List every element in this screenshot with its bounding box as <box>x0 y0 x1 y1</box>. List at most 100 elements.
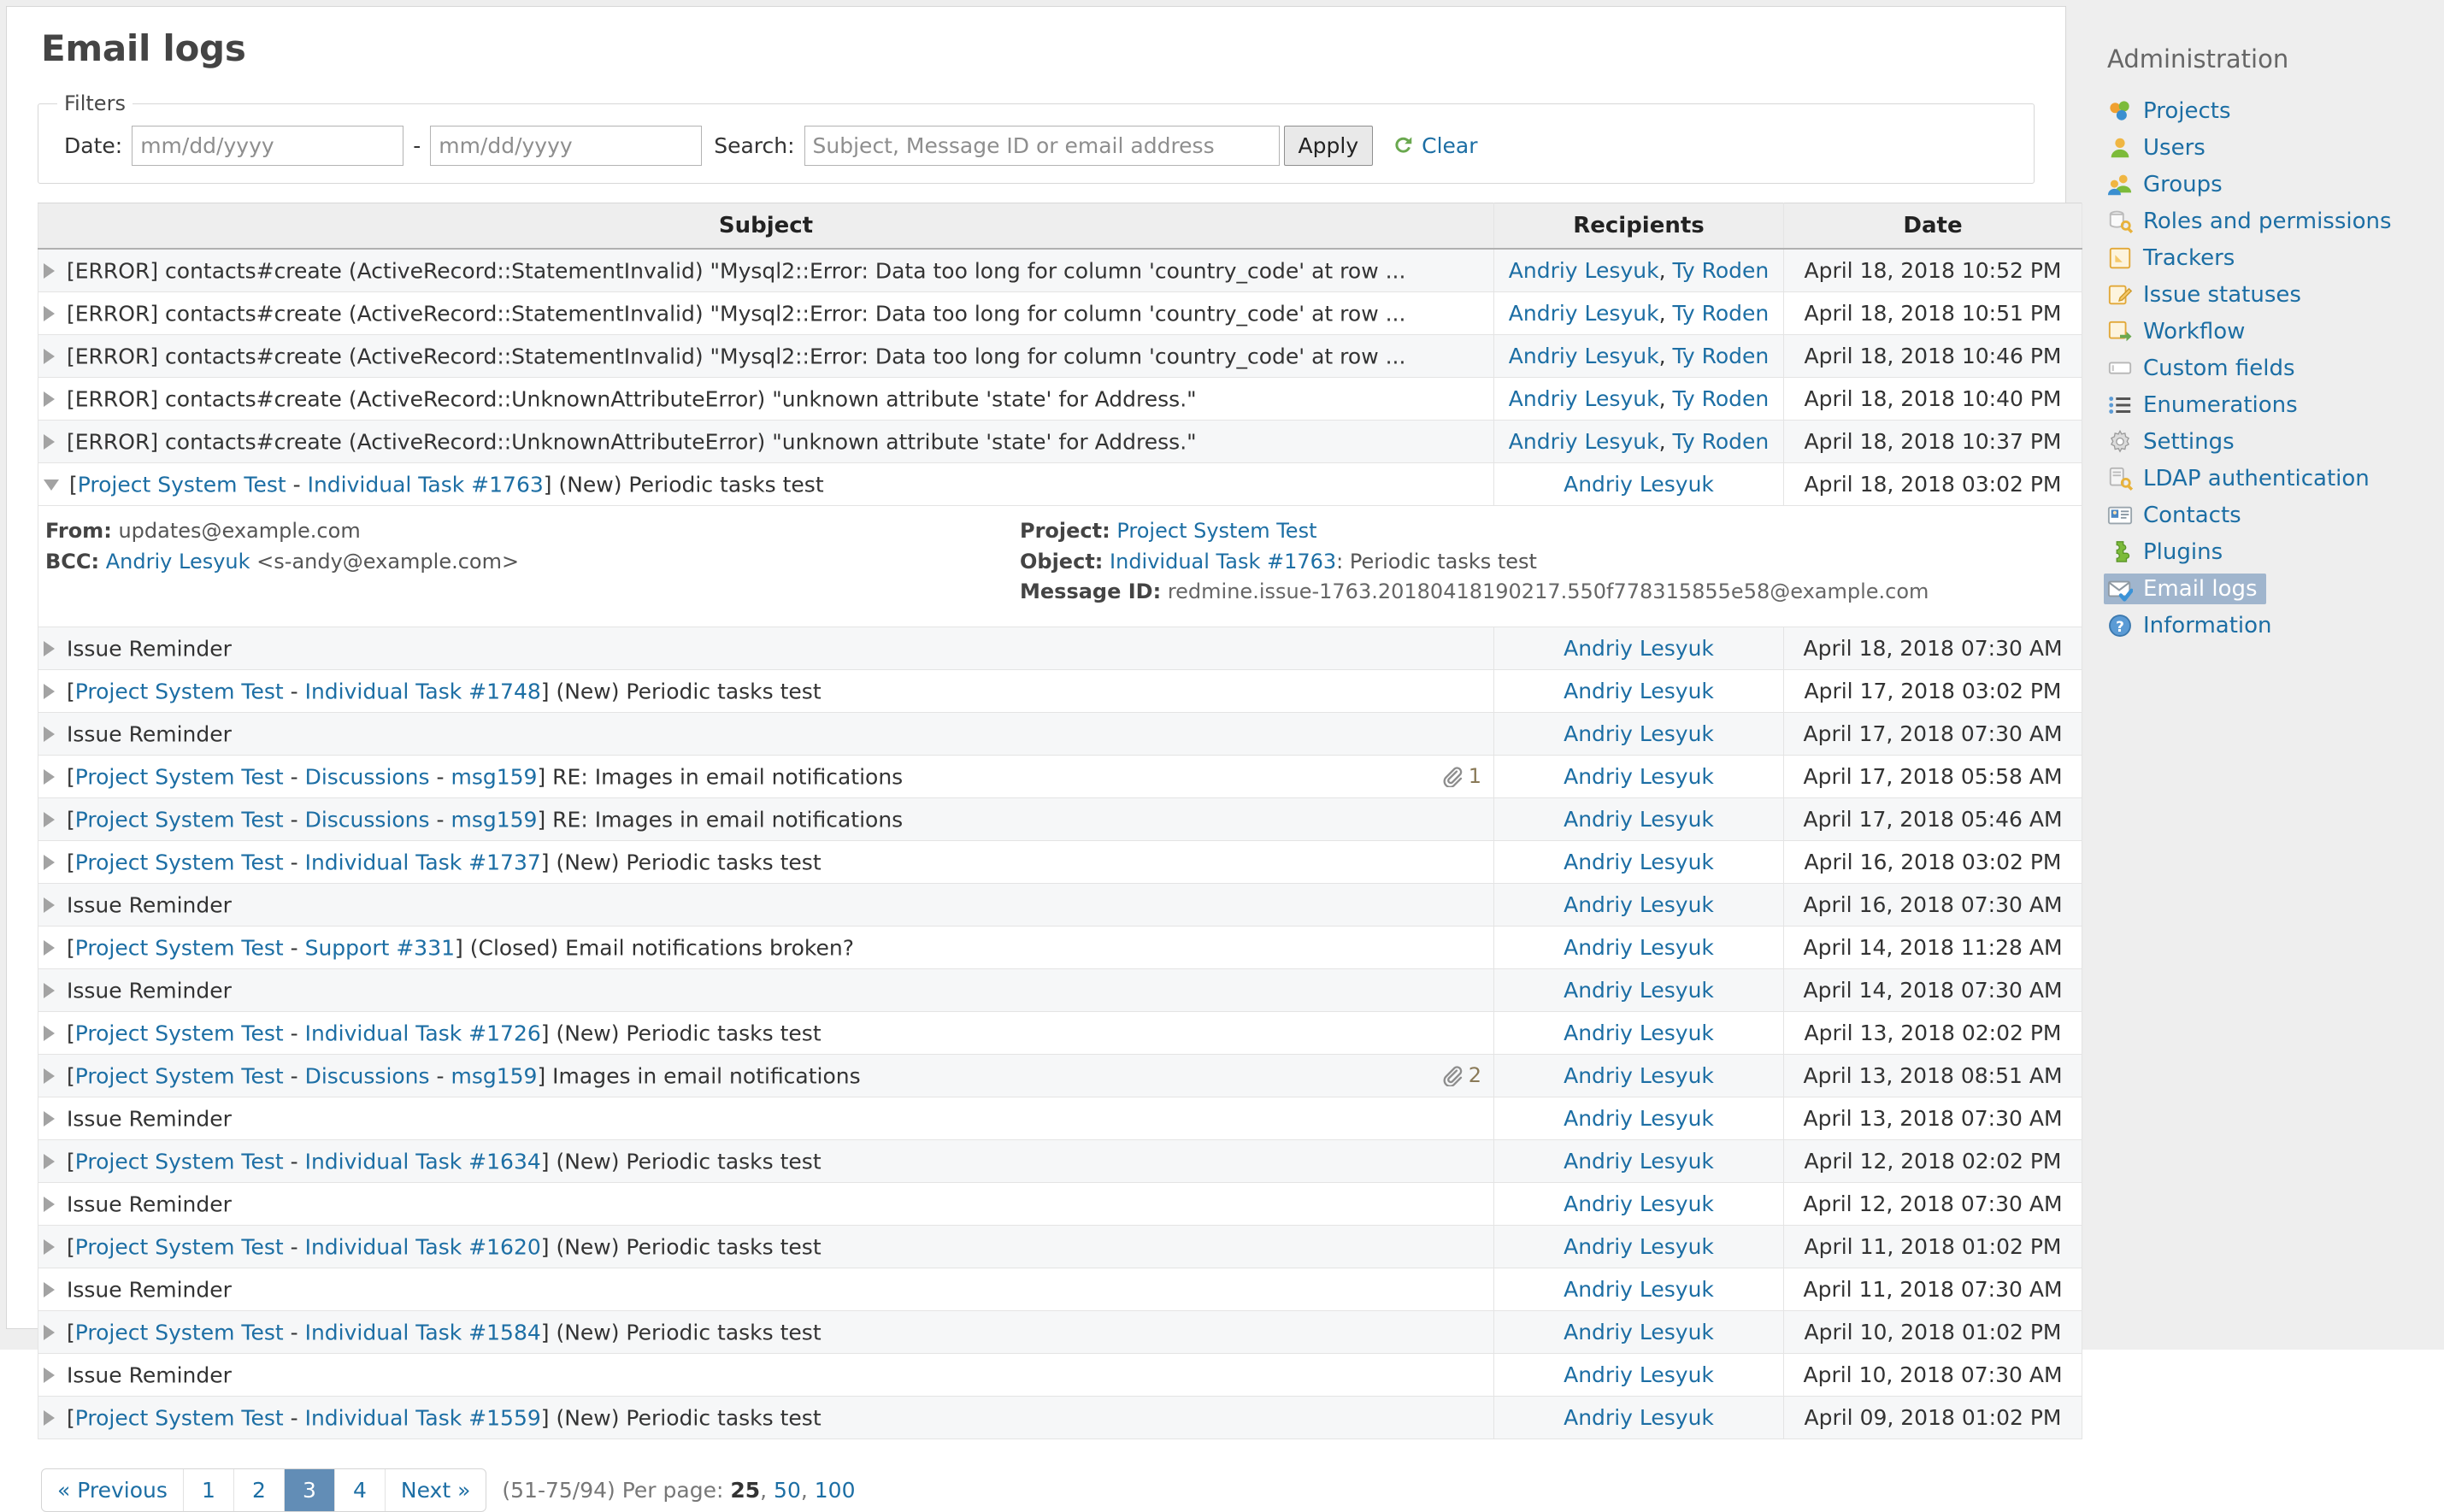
table-row[interactable]: [Project System Test - Individual Task #… <box>38 1138 2082 1183</box>
table-row[interactable]: [Project System Test - Support #331] (Cl… <box>38 925 2082 969</box>
recipient-link[interactable]: Andriy Lesyuk <box>1564 892 1714 917</box>
subject-link[interactable]: Project System Test <box>75 764 284 789</box>
recipient-link[interactable]: Andriy Lesyuk <box>1564 1277 1714 1302</box>
expand-row-icon[interactable] <box>44 854 55 870</box>
recipient-link[interactable]: Andriy Lesyuk <box>1564 1021 1714 1045</box>
expand-row-icon[interactable] <box>44 939 55 956</box>
recipient-link[interactable]: Andriy Lesyuk <box>1564 1405 1714 1430</box>
subject-closed-link[interactable]: Support #331 <box>305 935 455 960</box>
expand-row-icon[interactable] <box>44 726 55 742</box>
expand-row-icon[interactable] <box>44 683 55 699</box>
expand-row-icon[interactable] <box>44 391 55 408</box>
expand-row-icon[interactable] <box>44 1110 55 1127</box>
table-row[interactable]: Issue Reminder Andriy Lesyuk April 13, 201… <box>38 1096 2082 1140</box>
recipient-link[interactable]: Ty Roden <box>1672 301 1769 326</box>
expand-row-icon[interactable] <box>44 1238 55 1255</box>
table-row[interactable]: [Project System Test - Individual Task #… <box>38 462 2082 506</box>
pagination-next[interactable]: Next » <box>386 1469 486 1511</box>
column-header-date[interactable]: Date <box>1783 203 2082 250</box>
per-page-option-25[interactable]: 25 <box>730 1478 760 1503</box>
recipient-link[interactable]: Andriy Lesyuk <box>1509 344 1659 368</box>
subject-link[interactable]: Project System Test <box>75 1234 284 1259</box>
sidebar-item-ldap-authentication[interactable]: LDAP authentication <box>2104 463 2378 494</box>
detail-bcc-name[interactable]: Andriy Lesyuk <box>106 550 250 574</box>
pagination-page-4[interactable]: 4 <box>335 1468 386 1511</box>
table-row[interactable]: [Project System Test - Discussions - msg… <box>38 1053 2082 1097</box>
table-row[interactable]: [ERROR] contacts#create (ActiveRecord::S… <box>38 248 2082 292</box>
table-row[interactable]: [ERROR] contacts#create (ActiveRecord::U… <box>38 377 2082 421</box>
sidebar-item-information[interactable]: ? Information <box>2104 610 2281 641</box>
pagination-page-3[interactable]: 3 <box>284 1468 335 1511</box>
expand-row-icon[interactable] <box>44 263 55 279</box>
detail-project-link[interactable]: Project System Test <box>1116 519 1316 543</box>
expand-row-icon[interactable] <box>44 1367 55 1383</box>
expand-row-icon[interactable] <box>44 306 55 322</box>
table-row[interactable]: [ERROR] contacts#create (ActiveRecord::S… <box>38 291 2082 335</box>
expand-row-icon[interactable] <box>44 434 55 450</box>
recipient-link[interactable]: Andriy Lesyuk <box>1564 978 1714 1003</box>
per-page-option-100[interactable]: 100 <box>815 1478 856 1503</box>
subject-closed-link[interactable]: Individual Task #1620 <box>305 1234 541 1259</box>
column-header-recipients[interactable]: Recipients <box>1493 203 1784 250</box>
search-input[interactable] <box>804 126 1280 166</box>
expand-row-icon[interactable] <box>44 811 55 827</box>
sidebar-item-plugins[interactable]: Plugins <box>2104 537 2231 568</box>
recipient-link[interactable]: Andriy Lesyuk <box>1564 1191 1714 1216</box>
recipient-link[interactable]: Andriy Lesyuk <box>1564 721 1714 746</box>
recipient-link[interactable]: Andriy Lesyuk <box>1564 1234 1714 1259</box>
sidebar-item-issue-statuses[interactable]: Issue statuses <box>2104 279 2310 310</box>
table-row[interactable]: Issue Reminder Andriy Lesyuk April 17, 201… <box>38 711 2082 756</box>
sidebar-item-contacts[interactable]: Contacts <box>2104 500 2250 531</box>
subject-link[interactable]: Project System Test <box>75 679 284 703</box>
subject-closed-link[interactable]: Individual Task #1748 <box>305 679 541 703</box>
column-header-subject[interactable]: Subject <box>38 203 1494 250</box>
recipient-link[interactable]: Andriy Lesyuk <box>1564 850 1714 874</box>
expand-row-icon[interactable] <box>44 1281 55 1297</box>
subject-link[interactable]: Discussions <box>305 807 430 832</box>
expand-row-icon[interactable] <box>44 982 55 998</box>
apply-button[interactable]: Apply <box>1283 126 1374 166</box>
recipient-link[interactable]: Andriy Lesyuk <box>1564 1362 1714 1387</box>
subject-link[interactable]: msg159 <box>451 1063 537 1088</box>
table-row[interactable]: Issue Reminder Andriy Lesyuk April 12, 201… <box>38 1181 2082 1226</box>
subject-link[interactable]: msg159 <box>451 807 537 832</box>
expand-row-icon[interactable] <box>44 1153 55 1169</box>
sidebar-item-trackers[interactable]: Trackers <box>2104 243 2243 274</box>
expand-row-icon[interactable] <box>44 349 55 365</box>
table-row[interactable]: [Project System Test - Individual Task #… <box>38 1224 2082 1268</box>
subject-closed-link[interactable]: Individual Task #1763 <box>308 473 544 497</box>
pagination-page-2[interactable]: 2 <box>234 1468 285 1511</box>
subject-link[interactable]: Project System Test <box>75 1063 284 1088</box>
subject-closed-link[interactable]: Individual Task #1584 <box>305 1320 541 1344</box>
expand-row-icon[interactable] <box>44 768 55 785</box>
expand-row-icon[interactable] <box>44 1196 55 1212</box>
sidebar-item-users[interactable]: Users <box>2104 132 2214 163</box>
recipient-link[interactable]: Andriy Lesyuk <box>1509 429 1659 454</box>
recipient-link[interactable]: Andriy Lesyuk <box>1509 301 1659 326</box>
recipient-link[interactable]: Andriy Lesyuk <box>1564 636 1714 661</box>
table-row[interactable]: [Project System Test - Discussions - msg… <box>38 754 2082 798</box>
sidebar-item-custom-fields[interactable]: Custom fields <box>2104 353 2304 384</box>
subject-link[interactable]: Project System Test <box>75 1021 284 1045</box>
subject-link[interactable]: Project System Test <box>75 935 284 960</box>
clear-link-label[interactable]: Clear <box>1422 133 1477 158</box>
table-row[interactable]: [Project System Test - Individual Task #… <box>38 1395 2082 1439</box>
recipient-link[interactable]: Ty Roden <box>1672 386 1769 411</box>
table-row[interactable]: Issue Reminder Andriy Lesyuk April 11, 201… <box>38 1267 2082 1311</box>
table-row[interactable]: Issue Reminder Andriy Lesyuk April 10, 201… <box>38 1352 2082 1397</box>
sidebar-item-projects[interactable]: Projects <box>2104 96 2240 126</box>
detail-object-link[interactable]: Individual Task #1763 <box>1110 550 1336 574</box>
recipient-link[interactable]: Ty Roden <box>1672 258 1769 283</box>
recipient-link[interactable]: Andriy Lesyuk <box>1564 1149 1714 1174</box>
recipient-link[interactable]: Andriy Lesyuk <box>1509 386 1659 411</box>
recipient-link[interactable]: Andriy Lesyuk <box>1564 472 1714 497</box>
table-row[interactable]: Issue Reminder Andriy Lesyuk April 18, 201… <box>38 626 2082 670</box>
recipient-link[interactable]: Ty Roden <box>1672 429 1769 454</box>
sidebar-item-workflow[interactable]: Workflow <box>2104 316 2253 347</box>
subject-link[interactable]: Project System Test <box>75 1320 284 1344</box>
subject-link[interactable]: msg159 <box>451 764 537 789</box>
subject-link[interactable]: Discussions <box>305 764 430 789</box>
subject-link[interactable]: Discussions <box>305 1063 430 1088</box>
sidebar-item-groups[interactable]: Groups <box>2104 169 2231 200</box>
subject-link[interactable]: Project System Test <box>75 850 284 874</box>
